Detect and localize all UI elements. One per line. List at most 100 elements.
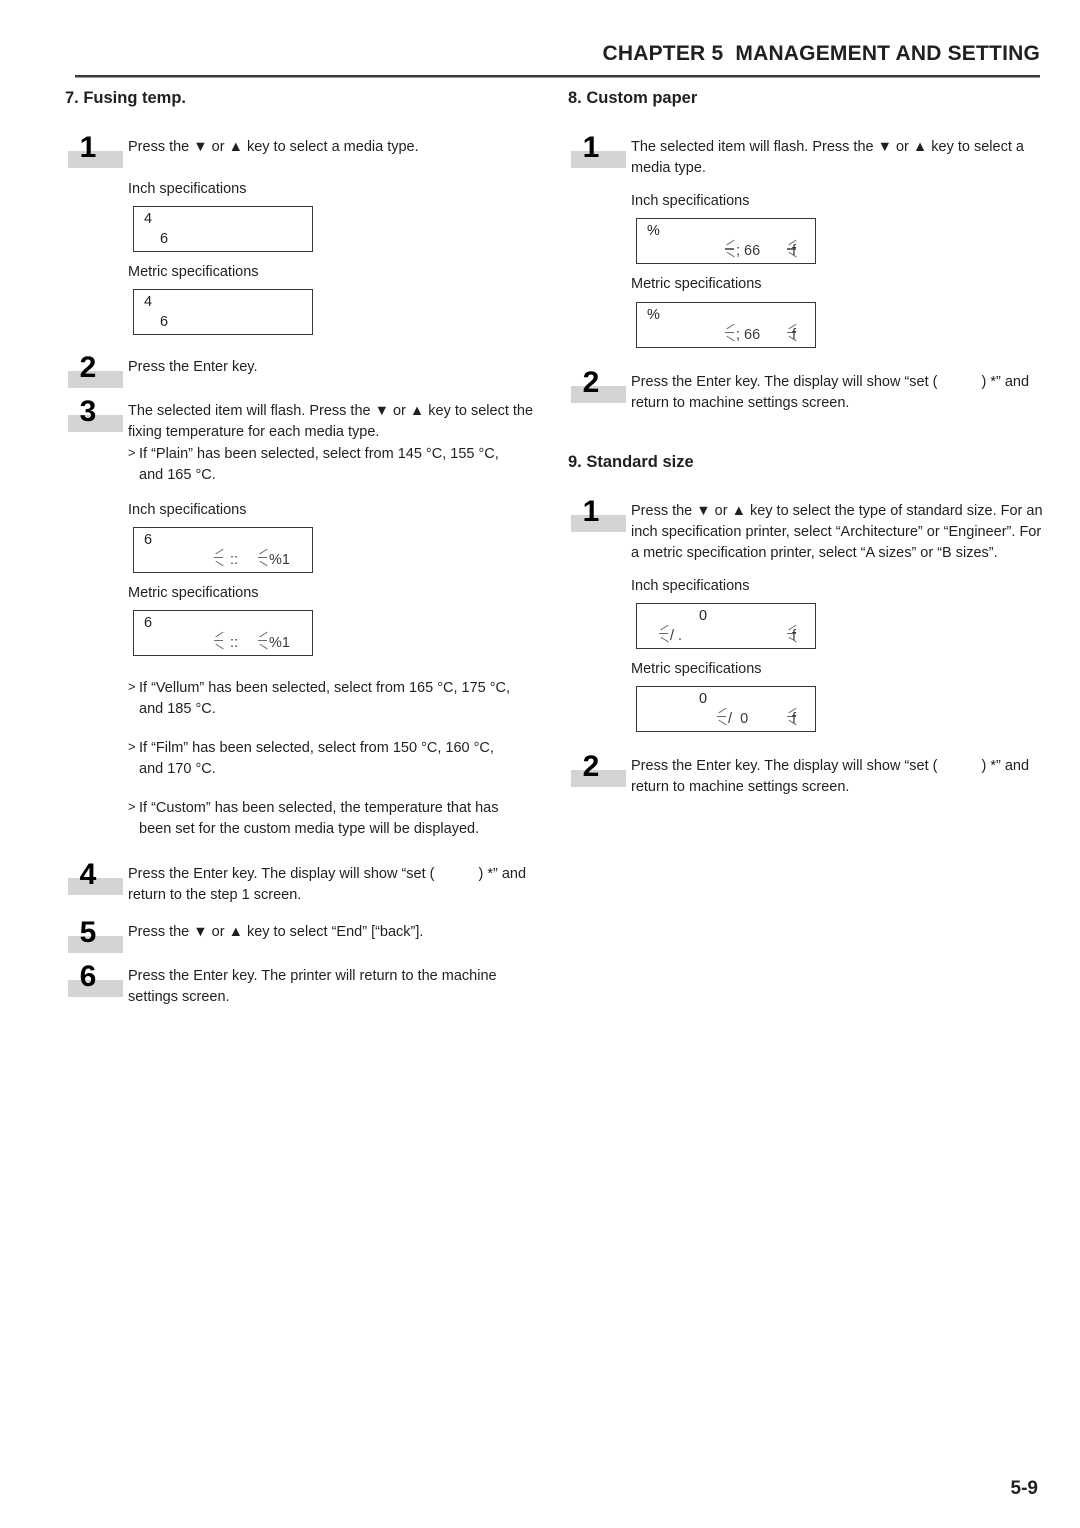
lcd-line-2-b: f (792, 243, 797, 260)
lcd-line-2-a: :: (230, 551, 239, 568)
step-text: Press the Enter key. (128, 359, 258, 376)
lcd-line-2-b: f (792, 711, 797, 728)
lcd-line-1: 6 (144, 531, 153, 548)
spec-label-metric: Metric specifications (631, 276, 762, 293)
lcd-display: 0 / 0 f (636, 686, 816, 733)
step-text-part-c: return to the step 1 screen. (128, 886, 302, 903)
bullet-vellum: > If “Vellum” has been selected, select … (65, 678, 545, 720)
step-number: 6 (79, 959, 97, 993)
step-item: 2 Press the Enter key. (65, 353, 545, 390)
section-heading-standard-size: 9. Standard size (568, 452, 694, 471)
step-number-badge: 1 (65, 133, 125, 170)
spec-label-metric: Metric specifications (128, 264, 259, 281)
spec-label-inch: Inch specifications (128, 501, 247, 518)
page-header: CHAPTER 5 MANAGEMENT AND SETTING (75, 42, 1040, 82)
step-text-part-c: return to machine settings screen. (631, 394, 850, 411)
lcd-line-2-b: f (792, 628, 797, 645)
step-text: Press the Enter key. The printer will re… (128, 967, 497, 1005)
spec-label-inch: Inch specifications (631, 578, 750, 595)
lcd-display: % ; 66 f (636, 301, 816, 348)
step-text-part-b: ) *” and (981, 758, 1030, 775)
bullet-text-line-1: If “Vellum” has been selected, select fr… (139, 679, 511, 696)
lcd-display: % ; 66 f (636, 218, 816, 265)
bullet-custom: > If “Custom” has been selected, the tem… (65, 798, 545, 840)
step-number: 1 (582, 494, 600, 528)
step-text: Press the Enter key. The display will sh… (128, 864, 545, 906)
lcd-line-2-b: %1 (269, 634, 290, 651)
lcd-line-2-b: f (792, 326, 797, 343)
bullet-marker-icon: > (128, 678, 136, 694)
step-number: 3 (79, 395, 97, 429)
lcd-line-1: 0 (699, 691, 708, 708)
step-number-badge: 3 (65, 397, 125, 434)
bullet-text-line-2: and 170 °C. (139, 760, 216, 777)
flash-indicator-icon (214, 548, 227, 568)
bullet-text-line-2: and 185 °C. (139, 700, 216, 717)
step-number: 2 (79, 351, 97, 385)
bullet-marker-icon: > (128, 738, 136, 754)
step-number-badge: 2 (568, 367, 628, 405)
header-divider (75, 75, 1040, 78)
step-number: 2 (582, 750, 600, 784)
step-text: Press the ▼ or ▲ key to select the type … (631, 502, 1043, 561)
step-item: 2 Press the Enter key. The display will … (568, 752, 1053, 798)
bullet-film: > If “Film” has been selected, select fr… (65, 738, 545, 780)
step-number-badge: 1 (568, 496, 628, 534)
spec-label-inch: Inch specifications (631, 193, 750, 210)
bullet-plain: > If “Plain” has been selected, select f… (65, 444, 545, 486)
step-item: 1 Press the ▼ or ▲ key to select the typ… (568, 496, 1053, 564)
lcd-display: 6 :: %1 (133, 526, 313, 573)
lcd-display: 4 6 (133, 206, 313, 253)
step-number-badge: 1 (568, 133, 628, 170)
page-number: 5-9 (1010, 1478, 1038, 1499)
step-text: The selected item will flash. Press the … (631, 139, 1024, 177)
step-item: 1 Press the ▼ or ▲ key to select a media… (65, 133, 545, 170)
step-number: 2 (582, 365, 600, 399)
section-heading-custom-paper: 8. Custom paper (568, 89, 698, 107)
step-number: 1 (79, 131, 97, 165)
lcd-line-2-a: ; 66 (736, 243, 761, 260)
step-text-part-a: Press the Enter key. The display will sh… (128, 865, 435, 882)
lcd-line-1: % (647, 306, 660, 323)
bullet-text-line-2: been set for the custom media type will … (139, 820, 480, 837)
spec-label-metric: Metric specifications (631, 661, 762, 678)
step-item: 1 The selected item will flash. Press th… (568, 133, 1053, 179)
lcd-display: 0 / . f (636, 603, 816, 650)
right-column: 8. Custom paper 1 The selected item will… (568, 88, 1053, 798)
step-number-badge: 4 (65, 859, 125, 897)
step-text: Press the Enter key. The display will sh… (631, 756, 1053, 798)
step-item: 3 The selected item will flash. Press th… (65, 397, 545, 443)
lcd-line-2: 6 (160, 314, 169, 331)
lcd-line-2-a: / 0 (728, 711, 749, 728)
step-text-part-b: ) *” and (478, 865, 527, 882)
step-text: The selected item will flash. Press the … (128, 403, 534, 441)
step-text-part-a: Press the Enter key. The display will sh… (631, 758, 938, 775)
step-number-badge: 2 (65, 353, 125, 390)
page-title: CHAPTER 5 MANAGEMENT AND SETTING (602, 42, 1040, 65)
bullet-text-line-2: and 165 °C. (139, 466, 216, 483)
step-text-part-b: ) *” and (981, 373, 1030, 390)
bullet-marker-icon: > (128, 798, 136, 814)
bullet-marker-icon: > (128, 444, 136, 460)
lcd-line-1: % (647, 223, 660, 240)
bullet-text-line-1: If “Custom” has been selected, the tempe… (139, 799, 499, 816)
lcd-line-1: 0 (699, 608, 708, 625)
step-number-badge: 2 (568, 752, 628, 789)
step-text: Press the ▼ or ▲ key to select a media t… (128, 139, 419, 156)
step-number-badge: 5 (65, 917, 125, 955)
lcd-line-2-a: :: (230, 634, 239, 651)
lcd-line-2-a: / . (670, 628, 683, 645)
step-number: 4 (79, 857, 97, 891)
lcd-line-2-a: ; 66 (736, 326, 761, 343)
lcd-line-1: 4 (144, 294, 153, 311)
step-text: Press the Enter key. The display will sh… (631, 372, 1053, 414)
bullet-text-line-1: If “Plain” has been selected, select fro… (139, 445, 499, 462)
lcd-display: 4 6 (133, 289, 313, 336)
lcd-line-1: 4 (144, 211, 153, 228)
spec-label-inch: Inch specifications (128, 181, 247, 198)
lcd-line-2: 6 (160, 231, 169, 248)
step-text-part-c: return to machine settings screen. (631, 779, 850, 796)
step-text: Press the ▼ or ▲ key to select “End” [“b… (128, 923, 424, 940)
step-number: 1 (582, 131, 600, 165)
lcd-display: 6 :: %1 (133, 609, 313, 656)
